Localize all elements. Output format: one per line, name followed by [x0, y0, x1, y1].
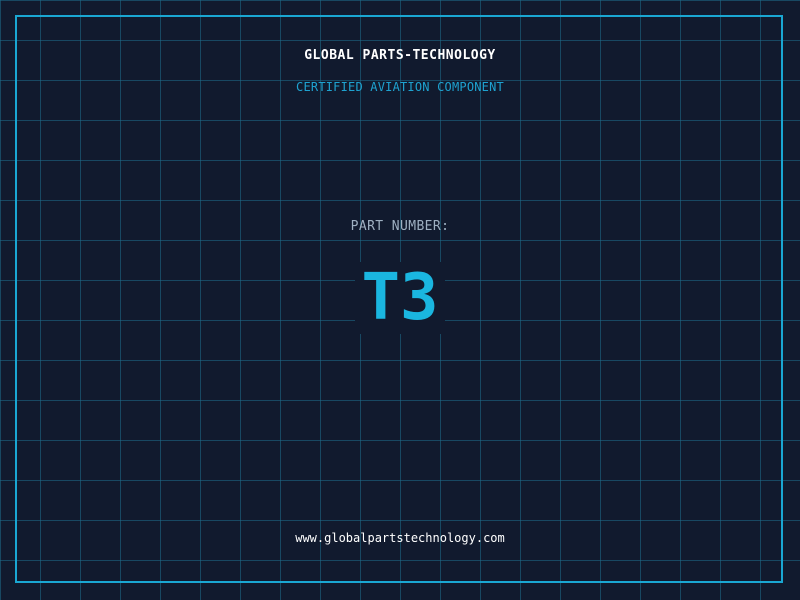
label-display: GLOBAL PARTS-TECHNOLOGY CERTIFIED AVIATI…: [0, 0, 800, 600]
part-number-label: PART NUMBER:: [350, 219, 450, 234]
component-subtitle: CERTIFIED AVIATION COMPONENT: [296, 80, 504, 94]
website-url: www.globalpartstechnology.com: [295, 531, 505, 545]
company-name: GLOBAL PARTS-TECHNOLOGY: [304, 48, 496, 63]
part-number-value: T3: [355, 262, 445, 334]
part-number-container: T3: [0, 262, 800, 334]
